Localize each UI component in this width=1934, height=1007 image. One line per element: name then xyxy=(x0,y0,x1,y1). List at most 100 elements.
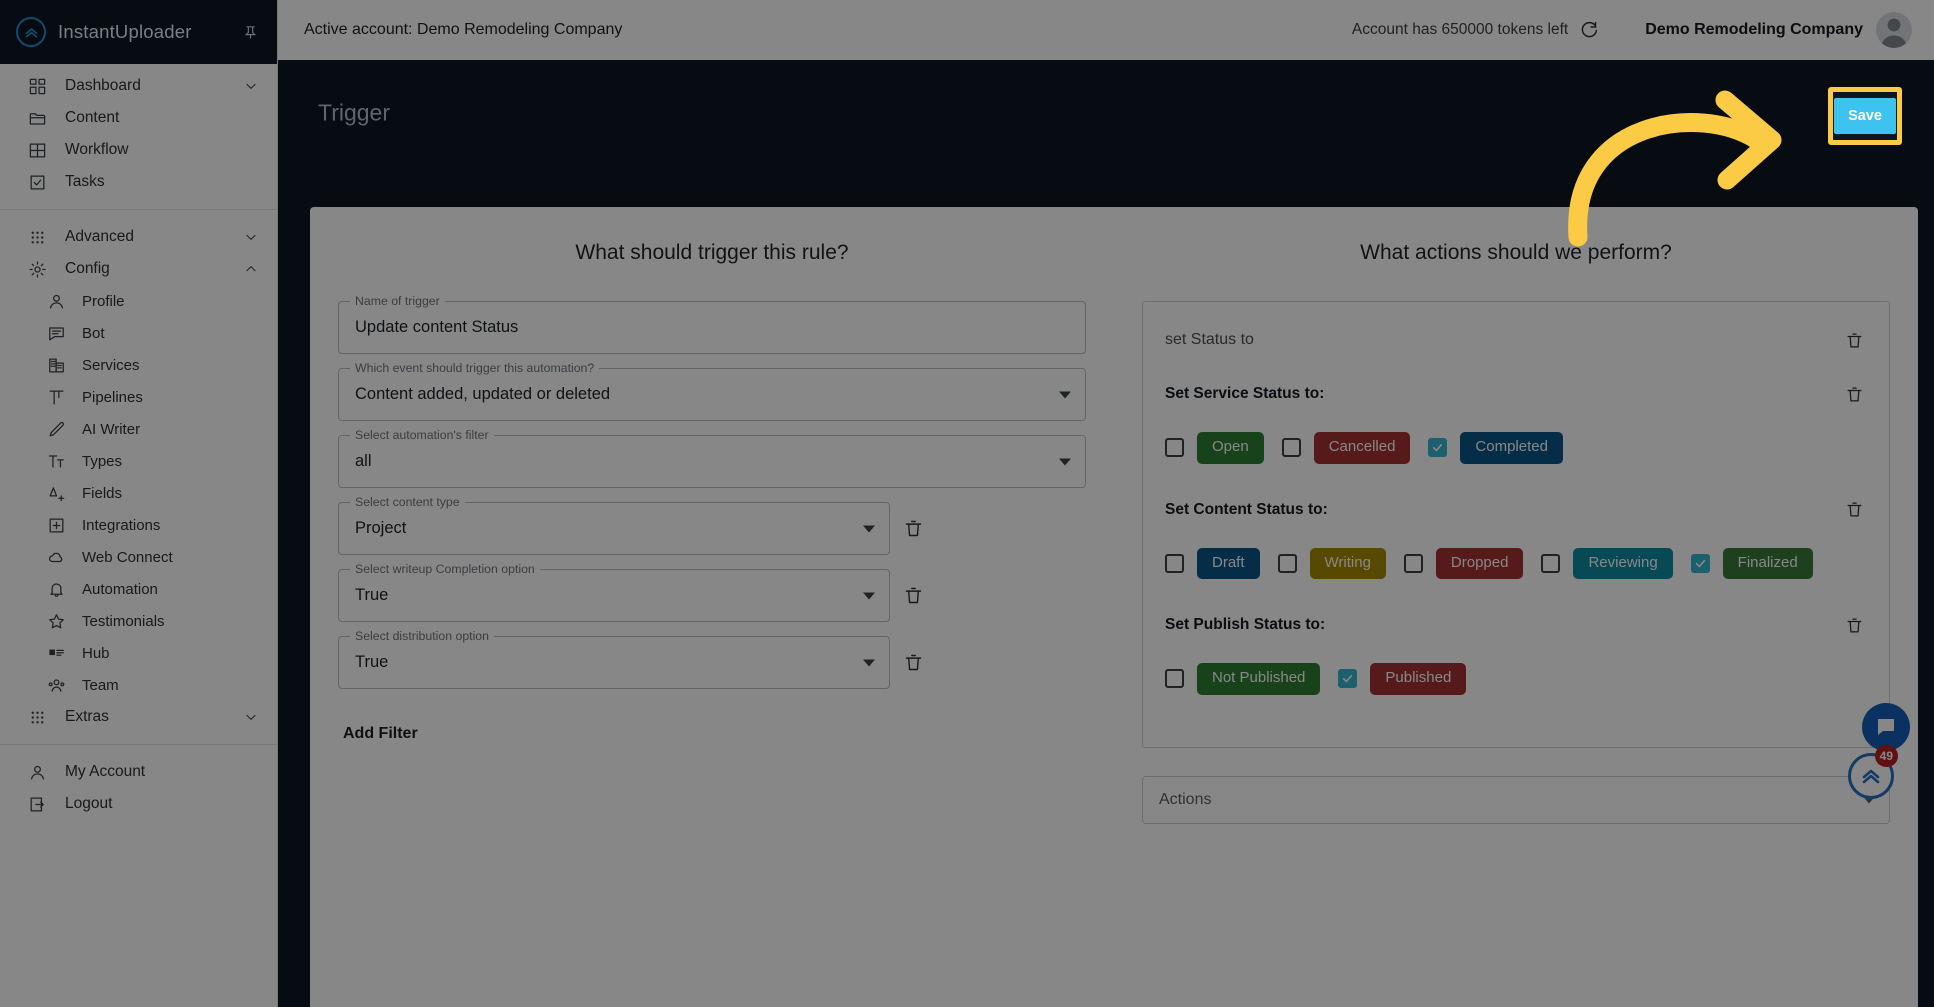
chat-widget-button[interactable] xyxy=(1862,703,1910,751)
text-format-icon xyxy=(46,452,66,471)
field-legend: Which event should trigger this automati… xyxy=(350,361,600,375)
field-select-distribution-option[interactable]: Select distribution option True xyxy=(338,629,890,689)
nav-group: Advanced Config Profile Bot Services Pipeline… xyxy=(0,215,277,739)
trash-icon[interactable] xyxy=(890,502,936,555)
status-chip-open[interactable]: Open xyxy=(1197,432,1264,464)
pin-icon[interactable] xyxy=(239,21,261,43)
sidebar-item-label: Content xyxy=(65,109,120,126)
avatar-icon[interactable] xyxy=(1876,12,1912,48)
trash-icon[interactable] xyxy=(1841,500,1867,519)
checkbox-reviewing[interactable] xyxy=(1541,553,1561,573)
status-chip-published[interactable]: Published xyxy=(1370,663,1467,695)
checkbox-not-published[interactable] xyxy=(1165,669,1184,689)
status-chip-finalized[interactable]: Finalized xyxy=(1722,547,1813,579)
chevron-down-icon[interactable] xyxy=(243,229,259,245)
trash-icon[interactable] xyxy=(1841,385,1867,404)
field-name-of-trigger[interactable]: Name of trigger Update content Status xyxy=(338,294,1086,354)
sidebar-item-profile[interactable]: Profile xyxy=(0,285,277,317)
status-chip-item: Reviewing xyxy=(1541,547,1673,579)
status-chip-draft[interactable]: Draft xyxy=(1197,547,1260,579)
status-chip-item: Cancelled xyxy=(1281,432,1411,464)
app-root: InstantUploader Dashboard Content Workflow… xyxy=(0,0,1934,1007)
field-select-writeup-completion-option[interactable]: Select writeup Completion option True xyxy=(338,562,890,622)
sidebar-item-advanced[interactable]: Advanced xyxy=(0,221,277,253)
actions-column: What actions should we perform? set Stat… xyxy=(1114,241,1918,824)
sidebar-item-label: Workflow xyxy=(65,141,129,158)
sidebar-item-dashboard[interactable]: Dashboard xyxy=(0,70,277,102)
bell-icon xyxy=(46,580,66,599)
trash-icon[interactable] xyxy=(1841,331,1867,350)
pipeline-icon xyxy=(46,388,66,407)
status-chip-completed[interactable]: Completed xyxy=(1460,432,1563,464)
sidebar-item-types[interactable]: Types xyxy=(0,445,277,477)
chevron-up-icon[interactable] xyxy=(243,261,259,277)
status-chip-reviewing[interactable]: Reviewing xyxy=(1573,547,1673,579)
add-filter-button[interactable]: Add Filter xyxy=(343,725,418,743)
sidebar-item-label: Config xyxy=(65,260,110,277)
sidebar-item-workflow[interactable]: Workflow xyxy=(0,134,277,166)
nav-group: Dashboard Content Workflow Tasks xyxy=(0,64,277,204)
sidebar-item-label: Automation xyxy=(82,580,158,598)
building-icon xyxy=(46,356,66,375)
sidebar-item-bot[interactable]: Bot xyxy=(0,317,277,349)
field-select-content-type[interactable]: Select content type Project xyxy=(338,495,890,555)
sidebar-item-web-connect[interactable]: Web Connect xyxy=(0,541,277,573)
account-name-label[interactable]: Demo Remodeling Company xyxy=(1645,21,1863,39)
trash-icon[interactable] xyxy=(890,569,936,622)
sidebar-item-label: Profile xyxy=(82,292,125,310)
save-button[interactable]: Save xyxy=(1834,98,1896,134)
sidebar-item-team[interactable]: Team xyxy=(0,669,277,701)
sidebar-item-label: Dashboard xyxy=(65,77,141,94)
sidebar-item-extras[interactable]: Extras xyxy=(0,701,277,733)
sidebar-item-ai-writer[interactable]: AI Writer xyxy=(0,413,277,445)
logout-icon xyxy=(26,795,48,814)
checkbox-dropped[interactable] xyxy=(1403,553,1423,573)
sidebar-item-pipelines[interactable]: Pipelines xyxy=(0,381,277,413)
checkbox-writing[interactable] xyxy=(1277,553,1297,573)
sidebar-item-label: Services xyxy=(82,356,140,374)
field-select-automation-s-filter[interactable]: Select automation's filter all xyxy=(338,428,1086,488)
sidebar-item-logout[interactable]: Logout xyxy=(0,788,277,820)
sidebar-item-label: Advanced xyxy=(65,228,134,245)
table-grid-icon xyxy=(26,141,48,160)
checkbox-draft[interactable] xyxy=(1165,553,1184,573)
chevron-down-icon[interactable] xyxy=(243,709,259,725)
automation-card: What should trigger this rule? Name of t… xyxy=(310,207,1918,1007)
checkbox-finalized[interactable] xyxy=(1690,553,1710,573)
sidebar-item-my-account[interactable]: My Account xyxy=(0,756,277,788)
actions-select[interactable]: Actions xyxy=(1142,775,1890,824)
sidebar-item-automation[interactable]: Automation xyxy=(0,573,277,605)
sidebar-item-label: Extras xyxy=(65,708,109,725)
checkbox-open[interactable] xyxy=(1165,438,1184,458)
refresh-icon[interactable] xyxy=(1578,20,1599,41)
sidebar-item-services[interactable]: Services xyxy=(0,349,277,381)
save-button-highlight: Save xyxy=(1828,87,1902,145)
status-chip-item: Published xyxy=(1338,663,1467,695)
sidebar-item-fields[interactable]: Fields xyxy=(0,477,277,509)
trash-icon[interactable] xyxy=(890,636,936,689)
status-chip-writing[interactable]: Writing xyxy=(1309,547,1386,579)
sidebar-item-testimonials[interactable]: Testimonials xyxy=(0,605,277,637)
sidebar-item-integrations[interactable]: Integrations xyxy=(0,509,277,541)
sidebar-item-content[interactable]: Content xyxy=(0,102,277,134)
sidebar-item-label: Web Connect xyxy=(82,548,173,566)
status-chip-dropped[interactable]: Dropped xyxy=(1435,547,1524,579)
sidebar-header: InstantUploader xyxy=(0,0,277,64)
person-icon xyxy=(46,292,66,311)
sidebar-item-config[interactable]: Config xyxy=(0,253,277,285)
top-account-bar: Active account: Demo Remodeling Company … xyxy=(278,0,1934,60)
checkbox-published[interactable] xyxy=(1338,669,1358,689)
status-chip-not-published[interactable]: Not Published xyxy=(1197,663,1321,695)
trash-icon[interactable] xyxy=(1841,616,1867,635)
checkbox-cancelled[interactable] xyxy=(1281,438,1301,458)
field-legend: Select automation's filter xyxy=(350,428,494,442)
chevron-down-icon[interactable] xyxy=(243,78,259,94)
sidebar-item-label: Fields xyxy=(82,484,123,502)
sidebar-item-tasks[interactable]: Tasks xyxy=(0,166,277,198)
field-which-event-should-trigger-this-automation[interactable]: Which event should trigger this automati… xyxy=(338,361,1086,421)
status-chip-cancelled[interactable]: Cancelled xyxy=(1313,432,1411,464)
checkbox-completed[interactable] xyxy=(1428,438,1448,458)
sidebar-item-hub[interactable]: Hub xyxy=(0,637,277,669)
notification-badge: 49 xyxy=(1874,745,1898,767)
